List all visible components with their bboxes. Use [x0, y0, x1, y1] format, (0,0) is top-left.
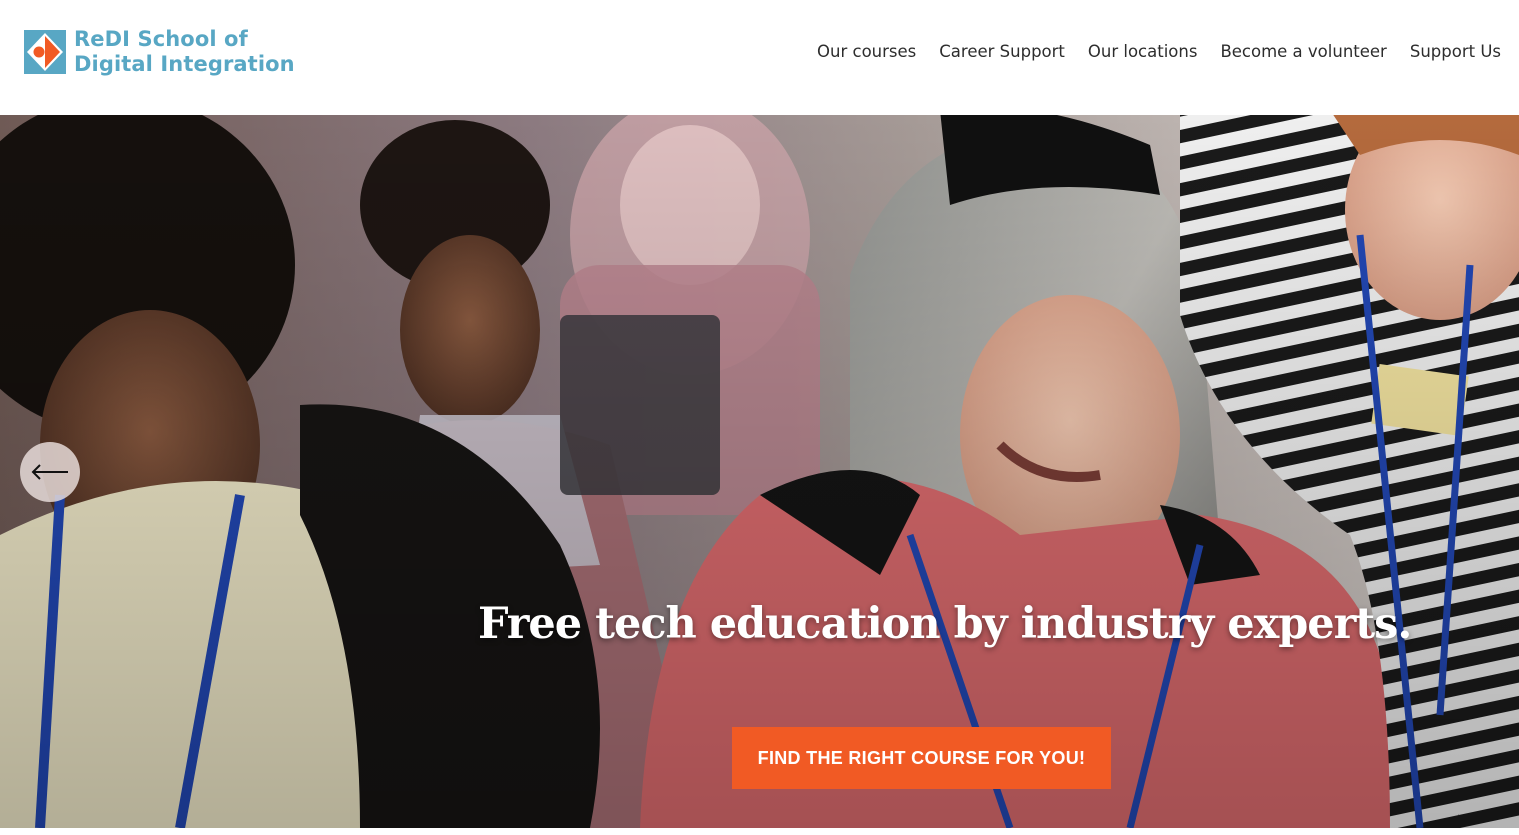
- page-bottom-edge: [0, 828, 1519, 835]
- nav-our-courses[interactable]: Our courses: [817, 40, 916, 64]
- arrow-left-icon: [31, 464, 68, 480]
- logo-link[interactable]: ReDI School of Digital Integration: [24, 27, 295, 77]
- logo-line-1: ReDI School of: [74, 27, 248, 51]
- find-course-button[interactable]: FIND THE RIGHT COURSE FOR YOU!: [732, 727, 1111, 789]
- redi-logo-icon: [24, 30, 66, 74]
- nav-career-support[interactable]: Career Support: [939, 40, 1065, 64]
- nav-our-locations[interactable]: Our locations: [1088, 40, 1198, 64]
- hero-photo: [0, 115, 1519, 828]
- hero-slider: Free tech education by industry experts.…: [0, 115, 1519, 828]
- hero-headline: Free tech education by industry experts.: [478, 599, 1412, 649]
- logo-text: ReDI School of Digital Integration: [74, 27, 295, 77]
- slider-prev-button[interactable]: [20, 442, 80, 502]
- logo-line-2: Digital Integration: [74, 52, 295, 76]
- nav-support-us[interactable]: Support Us: [1410, 40, 1501, 64]
- nav-become-volunteer[interactable]: Become a volunteer: [1220, 40, 1386, 64]
- site-header: ReDI School of Digital Integration Our c…: [0, 0, 1519, 115]
- main-nav: Our courses Career Support Our locations…: [817, 40, 1501, 64]
